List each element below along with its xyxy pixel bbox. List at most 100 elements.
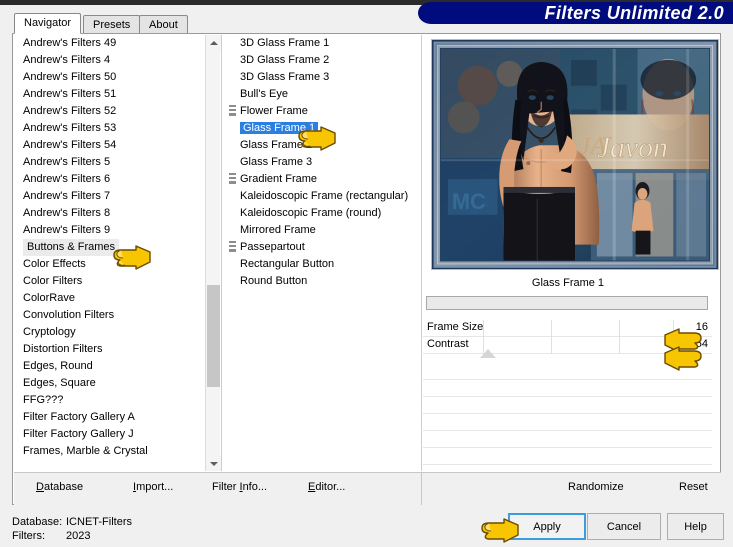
category-item-label: Andrew's Filters 53 [23,122,117,134]
filter-item-label: Glass Frame 2 [240,139,313,151]
footer-database-label: Database: [12,516,63,528]
filter-item-label: Round Button [240,275,308,287]
category-item[interactable]: Andrew's Filters 8 [14,205,217,222]
svg-text:MC: MC [452,189,486,214]
filter-item[interactable]: Mirrored Frame [223,222,418,239]
category-item-label: Andrew's Filters 5 [23,156,111,168]
filter-item-label: 3D Glass Frame 3 [240,71,330,83]
filter-item[interactable]: Flower Frame [223,103,418,120]
help-button[interactable]: Help [667,513,724,540]
scroll-down-icon[interactable] [206,456,221,471]
import-button-label: mport... [136,481,174,493]
category-item[interactable]: Color Filters [14,273,217,290]
category-item[interactable]: Distortion Filters [14,341,217,358]
category-item[interactable]: Edges, Square [14,375,217,392]
action-bar-divider [421,472,422,505]
scrollbar-thumb[interactable] [207,285,220,387]
apply-button[interactable]: Apply [508,513,586,540]
preview-image[interactable]: MC JA Javon [431,39,719,270]
filter-item[interactable]: Glass Frame 1 [223,120,418,137]
filter-item[interactable]: 3D Glass Frame 2 [223,52,418,69]
category-item-label: Buttons & Frames [23,239,120,256]
footer-filters-label: Filters: [12,530,45,542]
category-item-label: Convolution Filters [23,309,115,321]
filter-item[interactable]: Round Button [223,273,418,290]
reset-label: Reset [679,481,708,493]
category-item-label: Andrew's Filters 50 [23,71,117,83]
category-item[interactable]: Andrew's Filters 9 [14,222,217,239]
import-button[interactable]: Import... [133,481,173,493]
category-item[interactable]: Andrew's Filters 5 [14,154,217,171]
parameter-slider-row[interactable]: Contrast 54 [423,337,712,354]
filter-group-icon [229,173,236,184]
category-item[interactable]: FFG??? [14,392,217,409]
category-item[interactable]: Andrew's Filters 4 [14,52,217,69]
category-item[interactable]: Andrew's Filters 53 [14,120,217,137]
filter-item[interactable]: Rectangular Button [223,256,418,273]
category-item[interactable]: Andrew's Filters 49 [14,35,217,52]
filter-item-label: 3D Glass Frame 1 [240,37,330,49]
category-item[interactable]: Andrew's Filters 7 [14,188,217,205]
parameter-slider-row[interactable]: Frame Size 16 [423,320,712,337]
filter-group-icon [229,105,236,116]
category-item[interactable]: Frames, Marble & Crystal [14,443,217,460]
filter-item[interactable]: 3D Glass Frame 3 [223,69,418,86]
category-list[interactable]: Andrew's Filters 49 Andrew's Filters 4 And… [14,35,217,471]
filter-item[interactable]: Kaleidoscopic Frame (round) [223,205,418,222]
category-item-label: Andrew's Filters 52 [23,105,117,117]
filter-item[interactable]: Gradient Frame [223,171,418,188]
filter-item-label: Flower Frame [240,105,308,117]
category-item[interactable]: Andrew's Filters 51 [14,86,217,103]
filter-item-label: Rectangular Button [240,258,335,270]
category-item[interactable]: Andrew's Filters 6 [14,171,217,188]
editor-button[interactable]: Editor... [308,481,345,493]
category-item[interactable]: Edges, Round [14,358,217,375]
category-item-label: Filter Factory Gallery J [23,428,134,440]
filter-item-label: Kaleidoscopic Frame (round) [240,207,382,219]
scroll-up-icon[interactable] [206,35,221,50]
randomize-button[interactable]: Randomize [568,481,624,493]
category-item-label: Cryptology [23,326,76,338]
category-item[interactable]: Filter Factory Gallery A [14,409,217,426]
category-item[interactable]: Cryptology [14,324,217,341]
filter-info-button[interactable]: Filter Info... [212,481,267,493]
filter-item-label: Passepartout [240,241,305,253]
filter-item-label: Glass Frame 3 [240,156,313,168]
panel-divider-left [221,35,222,471]
filter-list[interactable]: 3D Glass Frame 1 3D Glass Frame 2 3D Glass… [223,35,418,471]
category-item[interactable]: Filter Factory Gallery J [14,426,217,443]
category-item-label: Color Filters [23,275,83,287]
category-item[interactable]: Buttons & Frames [14,239,217,256]
tab-navigator-label: Navigator [24,17,72,29]
category-item[interactable]: Andrew's Filters 50 [14,69,217,86]
footer-database-value: ICNET-Filters [66,516,132,528]
filter-item[interactable]: 3D Glass Frame 1 [223,35,418,52]
slider-handle[interactable] [480,349,496,358]
filter-item[interactable]: Bull's Eye [223,86,418,103]
filter-item-label: Kaleidoscopic Frame (rectangular) [240,190,409,202]
category-item[interactable]: Color Effects [14,256,217,273]
tab-about[interactable]: About [139,15,188,34]
parameter-label: Contrast [427,338,469,350]
database-button[interactable]: Database [36,481,83,493]
cancel-button[interactable]: Cancel [587,513,661,540]
category-item-label: Andrew's Filters 9 [23,224,111,236]
preview-artwork: MC JA Javon [432,40,718,269]
reset-button[interactable]: Reset [679,481,708,493]
category-item[interactable]: Convolution Filters [14,307,217,324]
filter-item[interactable]: Passepartout [223,239,418,256]
category-item[interactable]: Andrew's Filters 54 [14,137,217,154]
tab-navigator[interactable]: Navigator [14,13,82,34]
filter-item[interactable]: Glass Frame 2 [223,137,418,154]
category-item-label: Andrew's Filters 7 [23,190,111,202]
tab-presets[interactable]: Presets [83,15,141,34]
filter-item[interactable]: Glass Frame 3 [223,154,418,171]
category-list-scrollbar[interactable] [205,35,221,471]
category-item[interactable]: ColorRave [14,290,217,307]
editor-button-label: ditor... [315,481,346,493]
filter-item[interactable]: Kaleidoscopic Frame (rectangular) [223,188,418,205]
apply-label: Apply [533,520,561,533]
category-item-label: Edges, Round [23,360,93,372]
category-item[interactable]: Andrew's Filters 52 [14,103,217,120]
category-item-label: Andrew's Filters 6 [23,173,111,185]
